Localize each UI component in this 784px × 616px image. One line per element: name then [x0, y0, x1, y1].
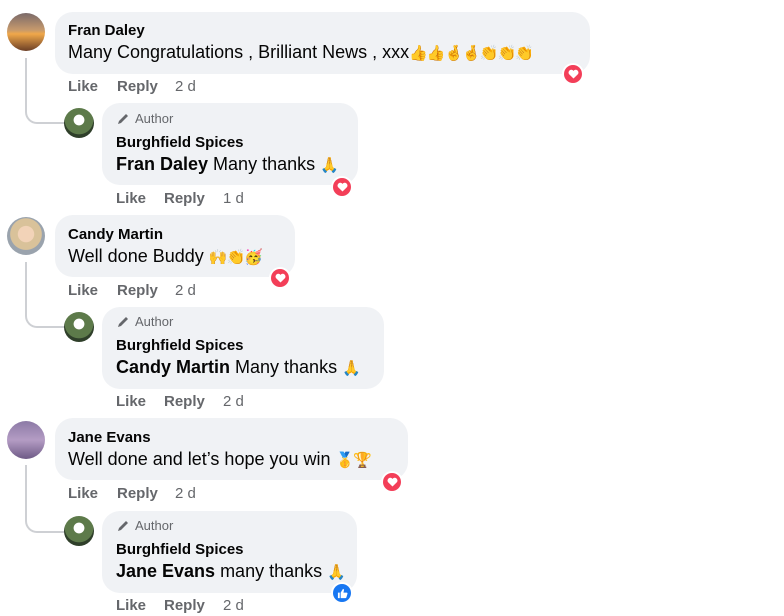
- mention[interactable]: Fran Daley: [116, 154, 208, 174]
- author-badge: Author: [116, 518, 173, 533]
- comment-emojis: 👍👍🤞🤞👏👏👏: [409, 45, 534, 62]
- thread-line: [25, 262, 65, 328]
- comment-author[interactable]: Fran Daley: [68, 22, 145, 39]
- reply-text: Candy Martin Many thanks 🙏: [116, 357, 361, 378]
- timestamp[interactable]: 2 d: [223, 393, 244, 410]
- author-badge: Author: [116, 111, 173, 126]
- heart-reaction-icon[interactable]: [381, 471, 403, 493]
- avatar[interactable]: [7, 217, 45, 255]
- comment-body: Well done Buddy: [68, 246, 209, 266]
- like-button[interactable]: Like: [116, 597, 146, 614]
- author-badge-label: Author: [135, 111, 174, 126]
- timestamp[interactable]: 2 d: [175, 485, 196, 502]
- heart-reaction-icon[interactable]: [269, 267, 291, 289]
- author-badge-label: Author: [135, 314, 174, 329]
- reply-button[interactable]: Reply: [164, 393, 205, 410]
- heart-reaction-icon[interactable]: [562, 63, 584, 85]
- like-button[interactable]: Like: [68, 282, 98, 299]
- like-button[interactable]: Like: [68, 78, 98, 95]
- timestamp[interactable]: 2 d: [223, 597, 244, 614]
- avatar[interactable]: [64, 516, 94, 546]
- reply-text: Jane Evans many thanks 🙏: [116, 561, 346, 582]
- timestamp[interactable]: 1 d: [223, 190, 244, 207]
- mention[interactable]: Jane Evans: [116, 561, 215, 581]
- reply-author[interactable]: Burghfield Spices: [116, 134, 244, 151]
- thread-line: [25, 465, 65, 533]
- comment-emojis: 🙌👏🥳: [208, 249, 263, 266]
- reply-author[interactable]: Burghfield Spices: [116, 337, 244, 354]
- pencil-icon: [118, 316, 128, 327]
- reply-button[interactable]: Reply: [164, 190, 205, 207]
- comment-emojis: 🥇🏆: [335, 452, 372, 469]
- reply-author[interactable]: Burghfield Spices: [116, 541, 244, 558]
- reply-text: Fran Daley Many thanks 🙏: [116, 154, 339, 175]
- author-badge-label: Author: [135, 518, 174, 533]
- author-badge: Author: [116, 314, 173, 329]
- heart-reaction-icon[interactable]: [331, 176, 353, 198]
- comment-text: Well done and let’s hope you win 🥇🏆: [68, 449, 372, 470]
- avatar[interactable]: [64, 312, 94, 342]
- comment-body: Well done and let’s hope you win: [68, 449, 336, 469]
- like-button[interactable]: Like: [116, 190, 146, 207]
- comment-body: Many Congratulations , Brilliant News , …: [68, 42, 410, 62]
- comment-author[interactable]: Jane Evans: [68, 429, 151, 446]
- reply-button[interactable]: Reply: [117, 485, 158, 502]
- like-button[interactable]: Like: [116, 393, 146, 410]
- reply-body: many thanks: [215, 561, 328, 581]
- reply-emojis: 🙏: [320, 157, 339, 174]
- timestamp[interactable]: 2 d: [175, 78, 196, 95]
- avatar[interactable]: [7, 13, 45, 51]
- reply-emojis: 🙏: [342, 360, 361, 377]
- like-button[interactable]: Like: [68, 485, 98, 502]
- avatar[interactable]: [7, 421, 45, 459]
- pencil-icon: [118, 113, 128, 124]
- comment-text: Well done Buddy 🙌👏🥳: [68, 246, 263, 267]
- pencil-icon: [118, 520, 128, 531]
- reply-body: Many thanks: [230, 357, 343, 377]
- reply-body: Many thanks: [208, 154, 321, 174]
- timestamp[interactable]: 2 d: [175, 282, 196, 299]
- reply-button[interactable]: Reply: [117, 78, 158, 95]
- like-reaction-icon[interactable]: [331, 582, 353, 604]
- thread-line: [25, 58, 65, 124]
- comment-text: Many Congratulations , Brilliant News , …: [68, 42, 534, 63]
- avatar[interactable]: [64, 108, 94, 138]
- mention[interactable]: Candy Martin: [116, 357, 230, 377]
- reply-button[interactable]: Reply: [117, 282, 158, 299]
- comment-author[interactable]: Candy Martin: [68, 226, 163, 243]
- reply-emojis: 🙏: [327, 564, 346, 581]
- reply-button[interactable]: Reply: [164, 597, 205, 614]
